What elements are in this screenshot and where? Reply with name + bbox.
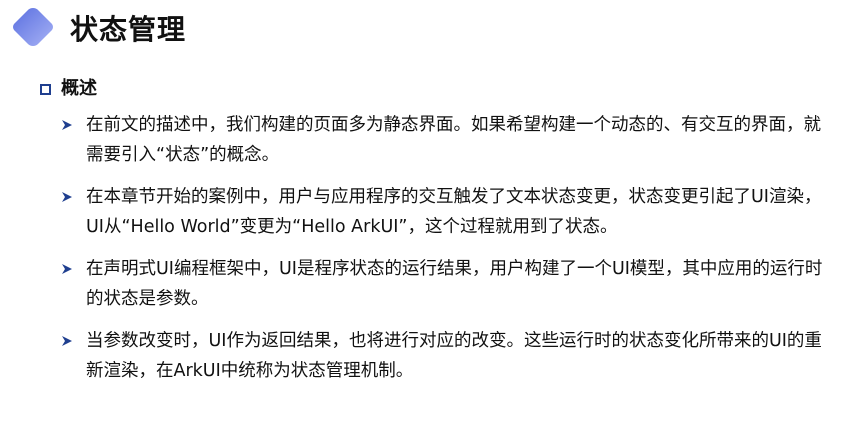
square-bullet-icon xyxy=(40,83,51,95)
bullet-text: 当参数改变时，UI作为返回结果，也将进行对应的改变。这些运行时的状态变化所带来的… xyxy=(86,331,822,381)
arrow-bullet-icon xyxy=(62,264,72,274)
section-title: 概述 xyxy=(61,78,97,99)
bullet-text: 在前文的描述中，我们构建的页面多为静态界面。如果希望构建一个动态的、有交互的界面… xyxy=(86,115,821,165)
bullet-item: 在前文的描述中，我们构建的页面多为静态界面。如果希望构建一个动态的、有交互的界面… xyxy=(60,110,832,170)
bullet-item: 当参数改变时，UI作为返回结果，也将进行对应的改变。这些运行时的状态变化所带来的… xyxy=(60,326,832,386)
section-header: 概述 xyxy=(40,77,97,101)
page-title: 状态管理 xyxy=(70,13,187,46)
arrow-bullet-icon xyxy=(62,336,72,346)
bullet-text: 在声明式UI编程框架中，UI是程序状态的运行结果，用户构建了一个UI模型，其中应… xyxy=(86,259,823,309)
bullet-list: 在前文的描述中，我们构建的页面多为静态界面。如果希望构建一个动态的、有交互的界面… xyxy=(60,110,832,398)
bullet-text: 在本章节开始的案例中，用户与应用程序的交互触发了文本状态变更，状态变更引起了UI… xyxy=(86,187,822,237)
arrow-bullet-icon xyxy=(62,192,72,202)
diamond-logo-icon xyxy=(13,8,53,46)
bullet-item: 在本章节开始的案例中，用户与应用程序的交互触发了文本状态变更，状态变更引起了UI… xyxy=(60,182,832,242)
arrow-bullet-icon xyxy=(62,120,72,130)
bullet-item: 在声明式UI编程框架中，UI是程序状态的运行结果，用户构建了一个UI模型，其中应… xyxy=(60,254,832,314)
